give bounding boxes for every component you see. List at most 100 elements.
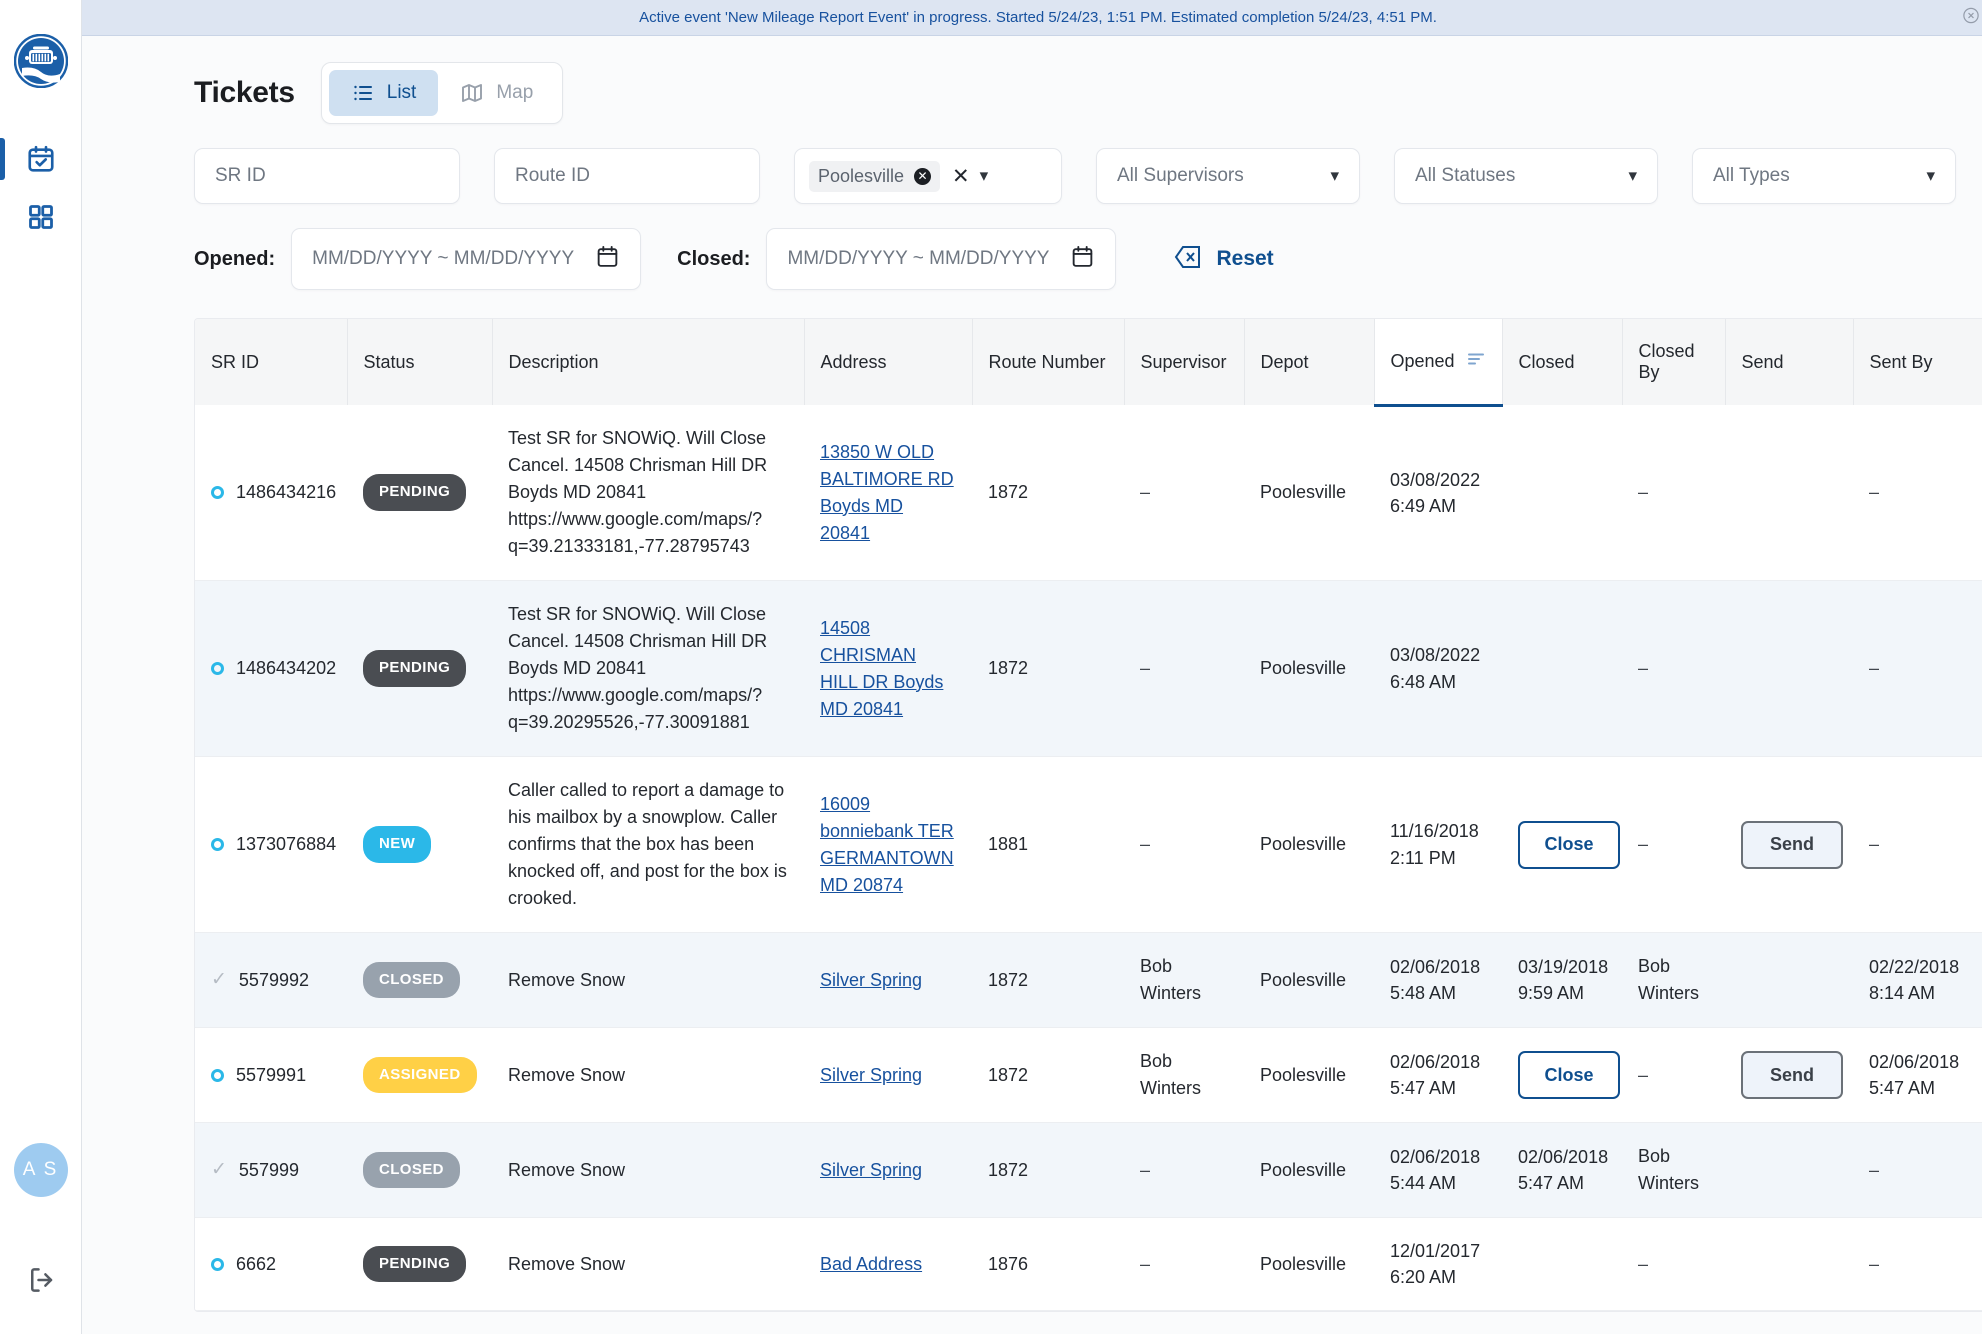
cell-sr-id[interactable]: ✓5579992 — [195, 933, 347, 1028]
map-icon — [460, 81, 484, 105]
table-row[interactable]: ✓5579992CLOSEDRemove SnowSilver Spring18… — [195, 933, 1982, 1028]
open-status-icon — [211, 1258, 224, 1271]
col-description[interactable]: Description — [492, 319, 804, 405]
cell-sr-id[interactable]: 5579991 — [195, 1028, 347, 1123]
page-header: Tickets List — [82, 36, 1982, 128]
tab-map[interactable]: Map — [438, 70, 555, 116]
closed-date-range-input[interactable]: MM/DD/YYYY ~ MM/DD/YYYY — [766, 228, 1116, 290]
close-ticket-button[interactable]: Close — [1518, 1051, 1620, 1099]
cell-sr-id[interactable]: 1486434216 — [195, 405, 347, 581]
address-link[interactable]: 14508 CHRISMAN HILL DR Boyds MD 20841 — [820, 618, 943, 719]
cell-sr-id[interactable]: ✓557999 — [195, 1123, 347, 1218]
empty-dash: – — [1869, 482, 1879, 502]
col-depot-label: Depot — [1261, 352, 1309, 373]
reset-x-icon — [1174, 244, 1202, 275]
address-link[interactable]: Silver Spring — [820, 1160, 922, 1180]
clear-x-icon[interactable]: ✕ — [952, 164, 970, 189]
col-closed-by[interactable]: Closed By — [1622, 319, 1725, 405]
empty-dash: – — [1140, 1254, 1150, 1274]
col-status-label: Status — [364, 352, 415, 373]
cell-sr-id[interactable]: 1486434202 — [195, 581, 347, 757]
empty-dash: – — [1638, 658, 1648, 678]
col-route-number-label: Route Number — [989, 352, 1106, 373]
col-sr-id[interactable]: SR ID — [195, 319, 347, 405]
empty-dash: – — [1869, 658, 1879, 678]
close-ticket-button[interactable]: Close — [1518, 821, 1620, 869]
table-row[interactable]: 6662PENDINGRemove SnowBad Address1876–Po… — [195, 1218, 1982, 1311]
chevron-down-icon: ▾ — [1330, 166, 1339, 186]
col-depot[interactable]: Depot — [1244, 319, 1374, 405]
empty-dash: – — [1638, 482, 1648, 502]
tickets-table: SR ID Status Description Address Route N… — [195, 319, 1982, 1311]
cell-closed — [1502, 1218, 1622, 1311]
cell-send — [1725, 405, 1853, 581]
cell-depot: Poolesville — [1244, 1028, 1374, 1123]
avatar[interactable]: A S — [14, 1143, 68, 1197]
cell-supervisor: – — [1124, 757, 1244, 933]
status-select[interactable]: All Statuses ▾ — [1394, 148, 1658, 204]
address-link[interactable]: Silver Spring — [820, 1065, 922, 1085]
empty-dash: – — [1638, 1254, 1648, 1274]
opened-datetime: 03/08/20226:49 AM — [1390, 467, 1486, 519]
sidebar-item-events[interactable] — [0, 130, 81, 188]
col-status[interactable]: Status — [347, 319, 492, 405]
close-icon[interactable] — [1962, 6, 1980, 29]
col-supervisor[interactable]: Supervisor — [1124, 319, 1244, 405]
tab-list[interactable]: List — [329, 70, 439, 116]
search-input-route-id[interactable]: Route ID — [494, 148, 760, 204]
sidebar-item-apps[interactable] — [0, 188, 81, 246]
logout-icon[interactable] — [26, 1265, 56, 1300]
cell-route-number: 1872 — [972, 1028, 1124, 1123]
address-link[interactable]: Bad Address — [820, 1254, 922, 1274]
reset-button[interactable]: Reset — [1174, 244, 1273, 275]
empty-dash: – — [1638, 1065, 1648, 1085]
col-supervisor-label: Supervisor — [1141, 352, 1227, 373]
col-closed-label: Closed — [1519, 352, 1575, 373]
depot-chip-label: Poolesville — [818, 166, 904, 187]
cell-route-number: 1872 — [972, 1123, 1124, 1218]
cell-closed-by: – — [1622, 581, 1725, 757]
send-ticket-button[interactable]: Send — [1741, 821, 1843, 869]
filter-row-dates: Opened: MM/DD/YYYY ~ MM/DD/YYYY Closed: — [194, 228, 1982, 290]
address-link[interactable]: Silver Spring — [820, 970, 922, 990]
depot-multiselect[interactable]: Poolesville ✕ ✕ ▾ — [794, 148, 1062, 204]
table-row[interactable]: 1486434202PENDINGTest SR for SNOWiQ. Wil… — [195, 581, 1982, 757]
col-sr-id-label: SR ID — [211, 352, 259, 373]
chip-remove-icon[interactable]: ✕ — [914, 168, 931, 185]
col-address[interactable]: Address — [804, 319, 972, 405]
send-ticket-button[interactable]: Send — [1741, 1051, 1843, 1099]
closed-label: Closed: — [677, 248, 750, 271]
address-link[interactable]: 13850 W OLD BALTIMORE RD Boyds MD 20841 — [820, 442, 954, 543]
status-badge: ASSIGNED — [363, 1057, 477, 1094]
page-title: Tickets — [194, 76, 295, 110]
search-input-sr-id[interactable]: SR ID — [194, 148, 460, 204]
cell-sent-by: 02/06/20185:47 AM — [1853, 1028, 1982, 1123]
table-row[interactable]: 1486434216PENDINGTest SR for SNOWiQ. Wil… — [195, 405, 1982, 581]
opened-datetime: 12/01/20176:20 AM — [1390, 1238, 1486, 1290]
sort-icon[interactable] — [1467, 350, 1485, 373]
banner-text: Active event 'New Mileage Report Event' … — [639, 9, 1437, 26]
col-route-number[interactable]: Route Number — [972, 319, 1124, 405]
table-row[interactable]: ✓557999CLOSEDRemove SnowSilver Spring187… — [195, 1123, 1982, 1218]
cell-sr-id[interactable]: 6662 — [195, 1218, 347, 1311]
supervisor-select[interactable]: All Supervisors ▾ — [1096, 148, 1360, 204]
cell-status: PENDING — [347, 1218, 492, 1311]
calendar-icon[interactable] — [595, 244, 620, 275]
empty-dash: – — [1140, 834, 1150, 854]
type-select[interactable]: All Types ▾ — [1692, 148, 1956, 204]
cell-sr-id[interactable]: 1373076884 — [195, 757, 347, 933]
col-send[interactable]: Send — [1725, 319, 1853, 405]
calendar-icon[interactable] — [1070, 244, 1095, 275]
table-row[interactable]: 1373076884NEWCaller called to report a d… — [195, 757, 1982, 933]
snowplow-logo-icon[interactable] — [14, 34, 68, 88]
chevron-down-icon[interactable]: ▾ — [980, 166, 989, 186]
opened-date-range-input[interactable]: MM/DD/YYYY ~ MM/DD/YYYY — [291, 228, 641, 290]
col-closed[interactable]: Closed — [1502, 319, 1622, 405]
col-opened[interactable]: Opened — [1374, 319, 1502, 405]
table-header: SR ID Status Description Address Route N… — [195, 319, 1982, 405]
list-icon — [351, 81, 375, 105]
address-link[interactable]: 16009 bonniebank TER GERMANTOWN MD 20874 — [820, 794, 954, 895]
table-row[interactable]: 5579991ASSIGNEDRemove SnowSilver Spring1… — [195, 1028, 1982, 1123]
sr-id-value: 5579991 — [236, 1062, 306, 1089]
col-sent-by[interactable]: Sent By — [1853, 319, 1982, 405]
